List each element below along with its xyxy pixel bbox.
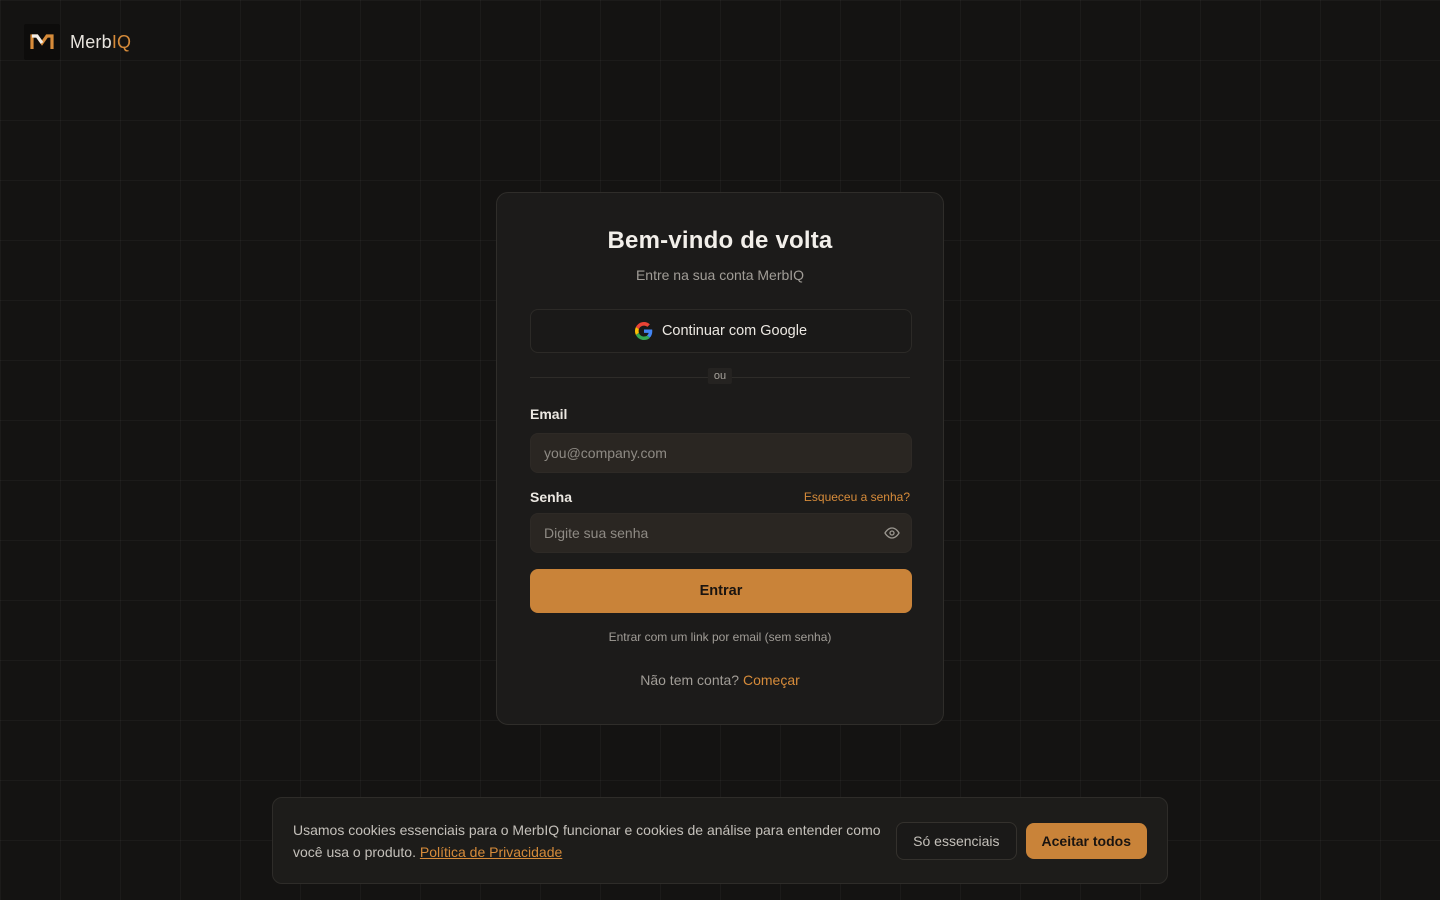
- essentials-only-button[interactable]: Só essenciais: [896, 821, 1017, 860]
- cookie-actions: Só essenciais Aceitar todos: [896, 821, 1147, 860]
- cookie-text: Usamos cookies essenciais para o MerbIQ …: [293, 819, 885, 863]
- signup-row: Não tem conta? Começar: [530, 672, 910, 688]
- email-field[interactable]: [530, 433, 912, 473]
- brand-name: MerbIQ: [70, 31, 132, 52]
- cookie-message: Usamos cookies essenciais para o MerbIQ …: [293, 821, 881, 860]
- merbiq-logo-icon: [24, 24, 60, 60]
- page-subtitle: Entre na sua conta MerbIQ: [635, 267, 805, 283]
- password-field[interactable]: [530, 513, 912, 553]
- google-icon: [634, 322, 653, 340]
- magic-link-option[interactable]: Entrar com um link por email (sem senha): [530, 630, 910, 644]
- page-title: Bem-vindo de volta: [607, 227, 833, 254]
- password-label: Senha: [530, 489, 573, 505]
- email-field-wrapper: [530, 433, 912, 473]
- email-label: Email: [530, 406, 568, 422]
- signup-link[interactable]: Começar: [743, 672, 800, 688]
- login-card: Bem-vindo de volta Entre na sua conta Me…: [496, 192, 944, 725]
- cookie-banner: Usamos cookies essenciais para o MerbIQ …: [272, 797, 1168, 884]
- privacy-policy-link[interactable]: Política de Privacidade: [420, 844, 562, 860]
- submit-button[interactable]: Entrar: [530, 569, 912, 613]
- forgot-password-link[interactable]: Esqueceu a senha?: [804, 490, 910, 504]
- brand[interactable]: MerbIQ: [24, 24, 131, 60]
- divider: ou: [530, 368, 910, 384]
- password-label-row: Senha Esqueceu a senha?: [530, 489, 910, 505]
- eye-icon[interactable]: [884, 525, 900, 541]
- divider-label: ou: [707, 368, 733, 384]
- password-field-wrapper: [530, 513, 912, 553]
- google-button-label: Continuar com Google: [661, 323, 808, 339]
- google-signin-button[interactable]: Continuar com Google: [530, 309, 912, 353]
- accept-all-button[interactable]: Aceitar todos: [1025, 822, 1147, 859]
- signup-prompt: Não tem conta?: [640, 672, 740, 688]
